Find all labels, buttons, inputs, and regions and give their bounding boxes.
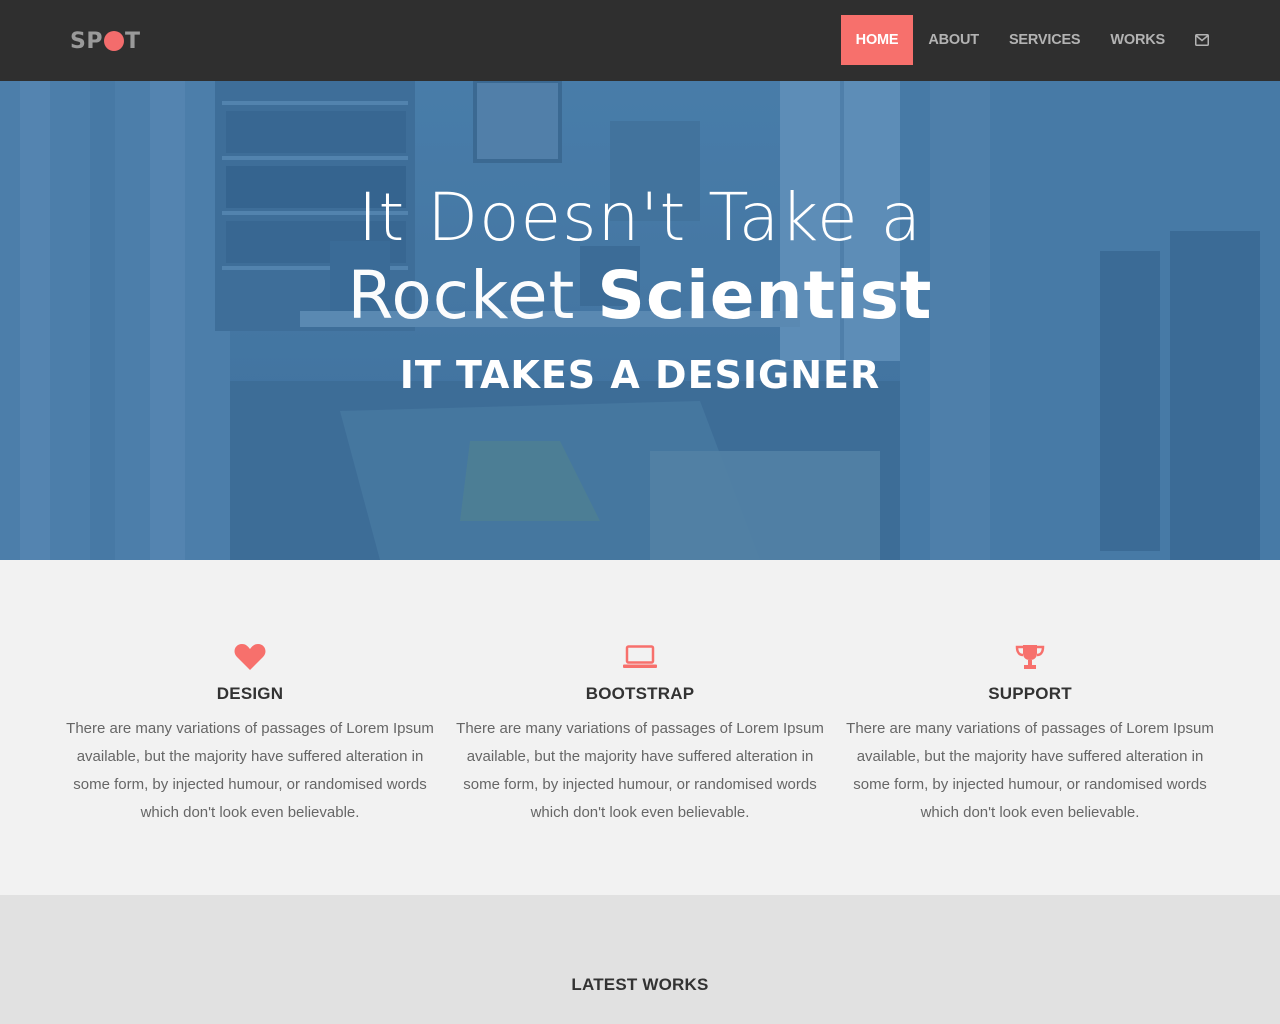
hero-subtitle: IT TAKES A DESIGNER (399, 353, 881, 397)
feature-text: There are many variations of passages of… (456, 720, 824, 821)
feature-support: SUPPORT There are many variations of pas… (845, 640, 1215, 827)
feature-text: There are many variations of passages of… (846, 720, 1214, 821)
nav-about[interactable]: ABOUT (913, 15, 994, 65)
trophy-icon (1015, 645, 1045, 669)
logo-dot (103, 31, 124, 51)
hero-title-thin: Rocket (347, 257, 576, 334)
hero-title-bold: Scientist (597, 257, 933, 334)
hero-title-line1: It Doesn't Take a (357, 179, 923, 256)
feature-title: SUPPORT (988, 684, 1072, 703)
hero-title: It Doesn't Take a Rocket Scientist (0, 179, 1280, 335)
feature-design: DESIGN There are many variations of pass… (65, 640, 435, 827)
logo-text-left: SP (70, 28, 103, 54)
main-nav: HOME ABOUT SERVICES WORKS (840, 15, 1224, 65)
nav-contact[interactable] (1180, 15, 1224, 65)
section-title: LATEST WORKS (571, 975, 709, 994)
hero-section: It Doesn't Take a Rocket Scientist IT TA… (0, 81, 1280, 560)
envelope-icon (1195, 34, 1209, 46)
feature-bootstrap: BOOTSTRAP There are many variations of p… (455, 640, 825, 827)
nav-works[interactable]: WORKS (1095, 15, 1180, 65)
nav-services[interactable]: SERVICES (994, 15, 1095, 65)
top-navbar: SP T HOME ABOUT SERVICES WORKS (0, 0, 1280, 81)
heart-icon (234, 644, 266, 670)
feature-text: There are many variations of passages of… (66, 720, 434, 821)
hero-title-line2: Rocket Scientist (0, 257, 1280, 335)
feature-title: DESIGN (216, 684, 284, 703)
laptop-icon (623, 645, 657, 668)
nav-home[interactable]: HOME (840, 15, 914, 65)
latest-works-section: LATEST WORKS (0, 895, 1280, 1024)
logo-text-right: T (124, 28, 141, 54)
features-section: DESIGN There are many variations of pass… (0, 560, 1280, 895)
site-logo[interactable]: SP T (70, 28, 140, 54)
feature-title: BOOTSTRAP (585, 684, 695, 703)
